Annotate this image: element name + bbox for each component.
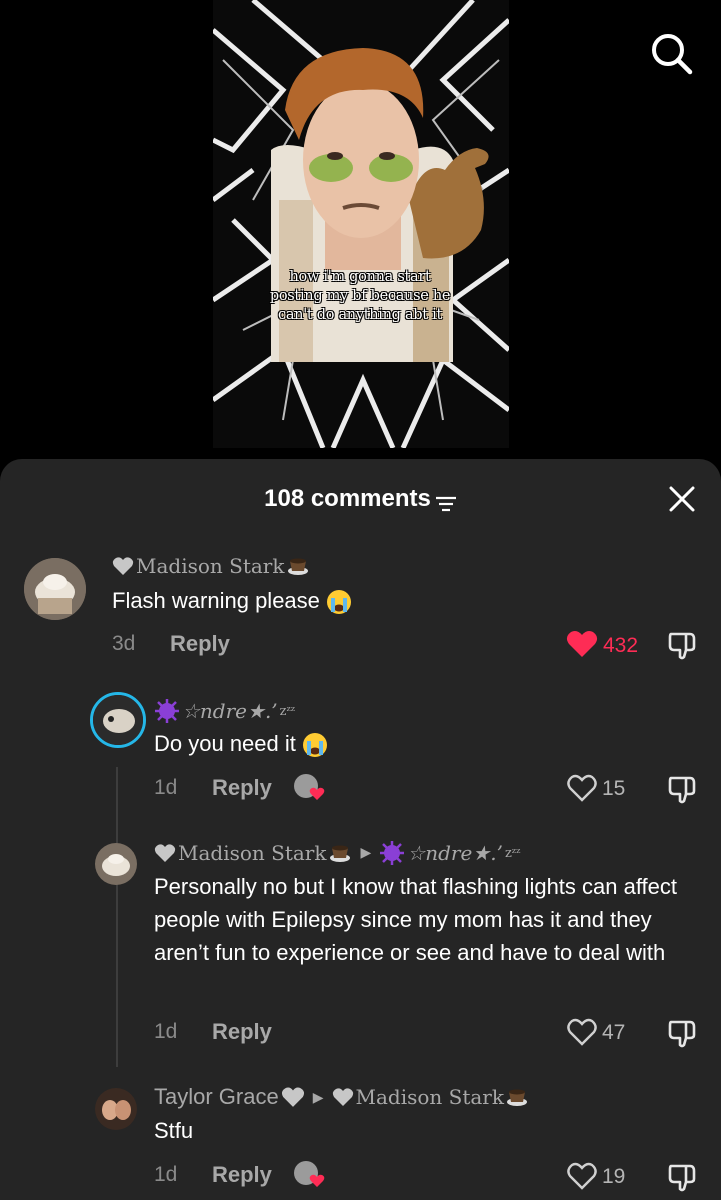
sleep-icon: zᶻᶻ <box>504 845 521 861</box>
dislike-icon <box>668 1020 696 1048</box>
reply-to-username[interactable]: ☆ndre★.’ <box>407 841 503 865</box>
comment-username[interactable]: Madison Stark <box>178 841 327 865</box>
comment-age: 1d <box>154 776 178 799</box>
like-count: 19 <box>602 1165 626 1188</box>
heart-outline-icon <box>567 1162 597 1190</box>
heart-icon <box>566 631 598 657</box>
comment-text: Personally no but I know that flashing l… <box>154 874 678 965</box>
like-count: 15 <box>602 777 626 800</box>
coffee-icon <box>507 1089 527 1106</box>
grey-heart-icon <box>112 557 134 575</box>
comments-sheet: 108 comments Madison Stark Flash warning… <box>0 459 721 1200</box>
comment-username[interactable]: ☆ndre★.’ <box>182 699 278 723</box>
crying-face-icon <box>327 590 352 615</box>
purple-virus-icon <box>380 841 405 865</box>
thread-line <box>116 767 118 1067</box>
reply-to-username[interactable]: Madison Stark <box>356 1085 505 1109</box>
heart-outline-icon <box>567 774 597 802</box>
dislike-button[interactable] <box>666 1017 698 1054</box>
comment-count-label: 108 comments <box>264 485 431 512</box>
video-area[interactable]: how i'm gonna start posting my bf becaus… <box>0 0 721 462</box>
comment-age: 1d <box>154 1020 178 1043</box>
reply-button[interactable]: Reply <box>212 1019 272 1045</box>
filter-icon[interactable] <box>435 491 457 512</box>
heart-outline-icon <box>567 1018 597 1046</box>
like-button[interactable] <box>566 630 598 663</box>
like-count: 47 <box>602 1021 626 1044</box>
close-button[interactable] <box>666 483 698 515</box>
dislike-button[interactable] <box>666 1161 698 1198</box>
like-button[interactable] <box>566 1018 598 1051</box>
like-button[interactable] <box>566 774 598 807</box>
avatar[interactable] <box>90 692 146 748</box>
comment-age: 1d <box>154 1163 178 1186</box>
comment-username[interactable]: Madison Stark <box>136 554 285 578</box>
dislike-icon <box>668 1164 696 1192</box>
like-button[interactable] <box>566 1162 598 1195</box>
close-icon <box>669 486 695 512</box>
crying-face-icon <box>303 733 327 758</box>
comment-username[interactable]: Taylor Grace <box>154 1084 279 1110</box>
creator-liked-badge <box>292 772 326 807</box>
reply-arrow-icon: ▶ <box>360 845 372 861</box>
comment-text: Flash warning please <box>112 588 320 613</box>
comment-text: Do you need it <box>154 731 296 756</box>
dislike-icon <box>668 632 696 660</box>
reply-button[interactable]: Reply <box>212 775 272 801</box>
grey-heart-icon <box>332 1088 353 1106</box>
video-thumbnail[interactable]: how i'm gonna start posting my bf becaus… <box>213 0 509 448</box>
person-photo <box>271 48 489 362</box>
comments-header: 108 comments <box>0 479 721 519</box>
grey-heart-icon <box>154 844 176 862</box>
avatar[interactable] <box>95 1088 137 1130</box>
dislike-button[interactable] <box>666 629 698 666</box>
like-count: 432 <box>603 634 639 657</box>
reply-button[interactable]: Reply <box>212 1162 272 1188</box>
reply-button[interactable]: Reply <box>170 631 230 657</box>
grey-heart-icon <box>281 1087 304 1107</box>
search-icon <box>652 34 693 75</box>
dislike-button[interactable] <box>666 773 698 810</box>
dislike-icon <box>668 776 696 804</box>
avatar[interactable] <box>24 558 86 620</box>
sleep-icon: zᶻᶻ <box>279 703 296 719</box>
video-caption: how i'm gonna start posting my bf becaus… <box>269 269 451 323</box>
avatar[interactable] <box>95 843 137 885</box>
comment-text: Stfu <box>154 1118 194 1143</box>
comment-age: 3d <box>112 632 136 655</box>
search-button[interactable] <box>648 30 694 76</box>
purple-virus-icon <box>155 699 179 723</box>
creator-liked-badge <box>292 1159 326 1194</box>
coffee-icon <box>287 558 308 575</box>
reply-arrow-icon: ▶ <box>312 1088 324 1105</box>
coffee-icon <box>329 845 350 862</box>
